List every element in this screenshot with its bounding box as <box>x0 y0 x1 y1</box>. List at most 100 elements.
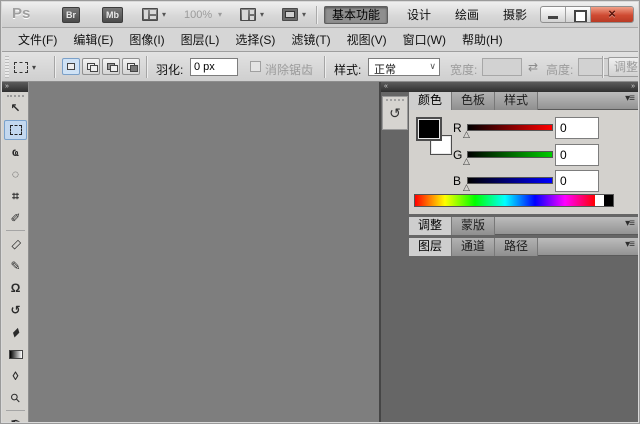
feather-input[interactable] <box>190 58 238 76</box>
tool-preset-picker[interactable]: ▾ <box>14 58 48 76</box>
tab-paths[interactable]: 路径 <box>495 238 538 256</box>
workspace-photography-button[interactable]: 摄影 <box>496 6 534 24</box>
options-separator <box>146 56 147 78</box>
collapsed-dock-header[interactable]: « <box>381 82 409 92</box>
menu-window[interactable]: 窗口(W) <box>395 28 454 51</box>
collapse-to-icons-icon: » <box>631 83 635 90</box>
tools-palette-grip[interactable] <box>7 95 24 97</box>
green-slider[interactable] <box>467 151 553 158</box>
canvas-area[interactable] <box>29 82 379 422</box>
spectrum-white-cell[interactable] <box>595 195 604 206</box>
new-selection-button[interactable] <box>62 58 80 75</box>
zoom-level-dropdown-icon[interactable]: ▾ <box>218 10 222 19</box>
eraser-tool[interactable]: ▰ <box>4 322 27 342</box>
eyedropper-tool[interactable]: ✐ <box>4 208 27 228</box>
green-value-input[interactable] <box>555 144 599 166</box>
window-controls: × <box>540 6 634 23</box>
arrange-documents-icon[interactable] <box>240 8 256 21</box>
quick-selection-tool[interactable]: ◌ <box>4 164 27 184</box>
red-slider[interactable] <box>467 124 553 131</box>
width-label: 宽度: <box>450 61 477 78</box>
intersect-selection-button[interactable] <box>122 58 140 75</box>
screen-mode-icon[interactable] <box>282 8 298 21</box>
close-button[interactable]: × <box>591 7 633 22</box>
blue-slider-marker[interactable]: △ <box>463 182 470 193</box>
color-panel-menu-icon[interactable]: ▾≡ <box>625 93 634 104</box>
move-tool[interactable]: ↖ <box>4 98 27 118</box>
menubar: 文件(F) 编辑(E) 图像(I) 图层(L) 选择(S) 滤镜(T) 视图(V… <box>2 28 638 52</box>
crop-tool[interactable]: ⌗ <box>4 186 27 206</box>
pen-tool[interactable]: ✒ <box>4 412 27 424</box>
screen-mode-dropdown-icon[interactable]: ▾ <box>302 10 306 19</box>
foreground-color-swatch[interactable] <box>416 117 442 141</box>
maximize-button[interactable] <box>566 7 591 22</box>
menu-layer[interactable]: 图层(L) <box>173 28 228 51</box>
tab-masks[interactable]: 蒙版 <box>452 217 495 235</box>
view-extras-dropdown-icon[interactable]: ▾ <box>162 10 166 19</box>
view-extras-icon[interactable] <box>142 8 158 21</box>
tab-swatches[interactable]: 色板 <box>452 92 495 110</box>
brush-tool[interactable]: ✎ <box>4 256 27 276</box>
layers-panel-menu-icon[interactable]: ▾≡ <box>625 239 634 250</box>
menu-edit[interactable]: 编辑(E) <box>65 28 121 51</box>
tab-channels[interactable]: 通道 <box>452 238 495 256</box>
red-slider-marker[interactable]: △ <box>463 129 470 140</box>
menu-filter[interactable]: 滤镜(T) <box>283 28 338 51</box>
marquee-tool-icon <box>10 125 22 135</box>
launch-bridge-button[interactable]: Br <box>62 7 80 23</box>
zoom-level[interactable]: 100% <box>184 9 212 21</box>
panel-dock: » 颜色 色板 样式 ▾≡ R △ G <box>409 82 638 422</box>
history-panel-icon: ↺ <box>383 105 407 122</box>
healing-brush-tool[interactable]: ▭ <box>4 234 27 254</box>
tab-layers[interactable]: 图层 <box>409 238 452 256</box>
options-bar-grip[interactable] <box>5 56 9 78</box>
red-value-input[interactable] <box>555 117 599 139</box>
refine-edge-button: 调整边缘 <box>608 57 638 77</box>
workspace-design-button[interactable]: 设计 <box>400 6 438 24</box>
spectrum-black-cell[interactable] <box>604 195 613 206</box>
blur-tool[interactable]: ◊ <box>4 366 27 386</box>
adjustments-panel-menu-icon[interactable]: ▾≡ <box>625 218 634 229</box>
titlebar[interactable]: Ps Br Mb ▾ 100% ▾ ▾ ▾ 基本功能 设计 绘画 摄影 » × <box>2 2 638 28</box>
workspace-painting-button[interactable]: 绘画 <box>448 6 486 24</box>
gradient-tool[interactable] <box>4 344 27 364</box>
spectrum-gradient[interactable] <box>415 195 595 206</box>
add-to-selection-button[interactable] <box>82 58 100 75</box>
green-slider-marker[interactable]: △ <box>463 156 470 167</box>
photoshop-logo: Ps <box>12 5 30 22</box>
tab-adjustments[interactable]: 调整 <box>409 217 452 235</box>
history-panel-button[interactable]: ↺ <box>382 96 408 130</box>
menu-image[interactable]: 图像(I) <box>121 28 172 51</box>
menu-select[interactable]: 选择(S) <box>227 28 283 51</box>
blue-slider[interactable] <box>467 177 553 184</box>
history-brush-tool[interactable]: ↺ <box>4 300 27 320</box>
tools-palette-header[interactable]: » <box>2 82 28 92</box>
lasso-tool[interactable]: ҩ <box>4 142 27 162</box>
tools-separator <box>6 230 25 231</box>
blue-value-input[interactable] <box>555 170 599 192</box>
options-separator <box>602 56 603 78</box>
color-spectrum-ramp[interactable] <box>414 194 614 207</box>
subtract-from-selection-button[interactable] <box>102 58 120 75</box>
marquee-tool-icon <box>14 62 28 73</box>
panel-dock-header[interactable]: » <box>409 82 638 92</box>
menu-help[interactable]: 帮助(H) <box>454 28 511 51</box>
tab-styles[interactable]: 样式 <box>495 92 538 110</box>
menu-view[interactable]: 视图(V) <box>339 28 395 51</box>
antialias-checkbox[interactable] <box>250 61 261 72</box>
style-select-arrow-icon: ∨ <box>429 61 436 72</box>
tab-color[interactable]: 颜色 <box>409 92 452 110</box>
dodge-tool[interactable]: ⚲ <box>4 388 27 408</box>
swap-dimensions-icon[interactable]: ⇄ <box>528 60 538 74</box>
clone-stamp-tool[interactable]: Ω <box>4 278 27 298</box>
rectangular-marquee-tool[interactable] <box>4 120 27 140</box>
launch-mini-bridge-button[interactable]: Mb <box>102 7 123 23</box>
style-select[interactable]: 正常 ∨ <box>368 58 440 76</box>
minimize-button[interactable] <box>541 7 566 22</box>
workspace-essentials-button[interactable]: 基本功能 <box>324 6 388 24</box>
menu-file[interactable]: 文件(F) <box>10 28 65 51</box>
options-separator <box>324 56 325 78</box>
red-slider-label: R <box>453 121 462 135</box>
close-icon: × <box>591 6 633 21</box>
arrange-documents-dropdown-icon[interactable]: ▾ <box>260 10 264 19</box>
